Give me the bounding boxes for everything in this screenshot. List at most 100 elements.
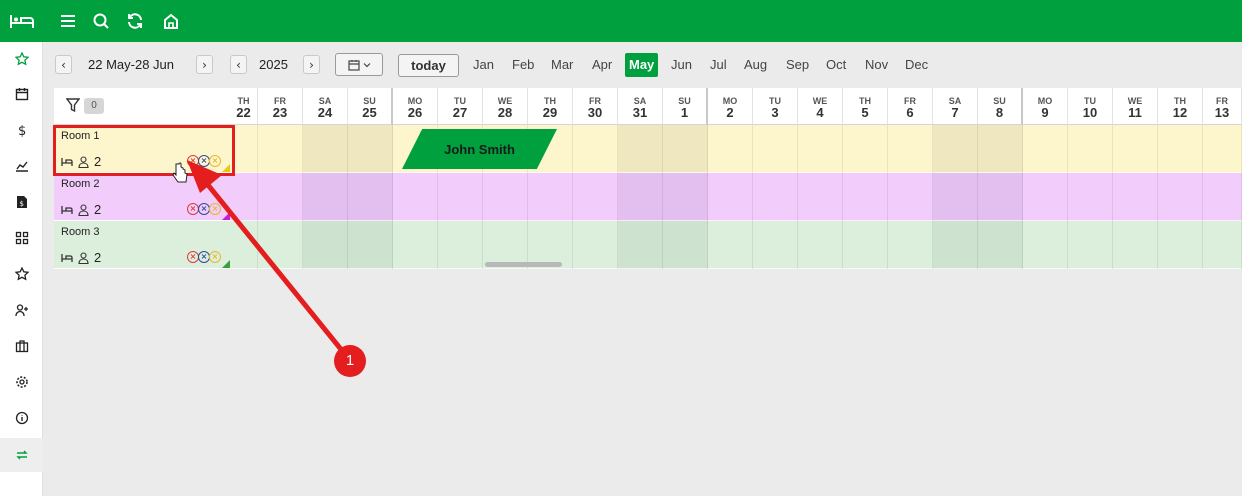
calendar-cell[interactable] xyxy=(1068,125,1113,173)
calendar-cell[interactable] xyxy=(663,125,708,173)
calendar-cell[interactable] xyxy=(618,173,663,221)
calendar-cell[interactable] xyxy=(348,125,393,173)
calendar-cell[interactable] xyxy=(753,221,798,269)
month-jul[interactable]: Jul xyxy=(710,57,727,72)
calendar-cell[interactable] xyxy=(618,221,663,269)
calendar-cell[interactable] xyxy=(663,221,708,269)
today-button[interactable]: today xyxy=(398,54,459,77)
calendar-cell[interactable] xyxy=(1203,125,1242,173)
calendar-cell[interactable] xyxy=(1203,173,1242,221)
calendar-cell[interactable] xyxy=(483,173,528,221)
calendar-cell[interactable] xyxy=(303,173,348,221)
menu-icon[interactable] xyxy=(58,11,78,31)
calendar-cell[interactable] xyxy=(978,125,1023,173)
hotel-bed-logo-icon[interactable] xyxy=(0,0,43,42)
month-feb[interactable]: Feb xyxy=(512,57,534,72)
horizontal-scrollbar[interactable] xyxy=(485,262,562,267)
calendar-cell[interactable] xyxy=(708,125,753,173)
calendar-cell[interactable] xyxy=(753,173,798,221)
calendar-cell[interactable] xyxy=(933,221,978,269)
sidebar-item-calendar[interactable] xyxy=(0,77,43,111)
year-prev-button[interactable]: ‹ xyxy=(230,55,247,74)
sidebar-item-info[interactable] xyxy=(0,401,43,435)
room-row-label[interactable]: Room 3 2 × × × xyxy=(54,221,230,269)
calendar-cell[interactable] xyxy=(888,125,933,173)
range-prev-button[interactable]: ‹ xyxy=(55,55,72,74)
month-sep[interactable]: Sep xyxy=(786,57,809,72)
calendar-cell[interactable] xyxy=(348,173,393,221)
calendar-cell[interactable] xyxy=(1023,125,1068,173)
calendar-cell[interactable] xyxy=(843,221,888,269)
month-jun[interactable]: Jun xyxy=(671,57,692,72)
calendar-cell[interactable] xyxy=(1068,221,1113,269)
sidebar-item-guests[interactable] xyxy=(0,293,43,327)
calendar-cell[interactable] xyxy=(303,125,348,173)
date-picker-button[interactable] xyxy=(335,53,383,76)
calendar-cell[interactable] xyxy=(1113,173,1158,221)
sidebar-item-business[interactable] xyxy=(0,329,43,363)
calendar-cell[interactable] xyxy=(258,125,303,173)
calendar-cell[interactable] xyxy=(393,221,438,269)
calendar-cell[interactable] xyxy=(1158,125,1203,173)
calendar-cell[interactable] xyxy=(1158,221,1203,269)
sidebar-item-sync[interactable] xyxy=(0,438,43,472)
room-status-icons[interactable]: × × × xyxy=(187,251,221,263)
filter-icon[interactable] xyxy=(66,98,80,113)
calendar-cell[interactable] xyxy=(393,173,438,221)
calendar-cell[interactable] xyxy=(888,173,933,221)
calendar-cell[interactable] xyxy=(798,125,843,173)
sidebar-item-favorites[interactable] xyxy=(0,42,43,76)
calendar-cell[interactable] xyxy=(663,173,708,221)
calendar-cell[interactable] xyxy=(1023,221,1068,269)
refresh-icon[interactable] xyxy=(125,11,145,31)
calendar-cell[interactable] xyxy=(978,173,1023,221)
calendar-cell[interactable] xyxy=(438,221,483,269)
calendar-cell[interactable] xyxy=(798,173,843,221)
room-row-label[interactable]: Room 2 2 × × × xyxy=(54,173,230,221)
calendar-cell[interactable] xyxy=(573,221,618,269)
sidebar-item-reports[interactable] xyxy=(0,149,43,183)
calendar-cell[interactable] xyxy=(933,125,978,173)
calendar-cell[interactable] xyxy=(708,173,753,221)
calendar-cell[interactable] xyxy=(258,173,303,221)
calendar-cell[interactable] xyxy=(753,125,798,173)
year-next-button[interactable]: › xyxy=(303,55,320,74)
sidebar-item-finance[interactable]: $ xyxy=(0,113,43,147)
home-icon[interactable] xyxy=(161,11,181,31)
calendar-cell[interactable] xyxy=(1068,173,1113,221)
month-aug[interactable]: Aug xyxy=(744,57,767,72)
calendar-cell[interactable] xyxy=(230,221,258,269)
calendar-cell[interactable] xyxy=(1023,173,1068,221)
calendar-cell[interactable] xyxy=(303,221,348,269)
search-icon[interactable] xyxy=(91,11,111,31)
month-may[interactable]: May xyxy=(625,53,659,77)
calendar-cell[interactable] xyxy=(888,221,933,269)
calendar-cell[interactable] xyxy=(618,125,663,173)
calendar-cell[interactable] xyxy=(438,173,483,221)
calendar-cell[interactable] xyxy=(843,125,888,173)
calendar-cell[interactable] xyxy=(528,173,573,221)
calendar-cell[interactable] xyxy=(348,221,393,269)
range-next-button[interactable]: › xyxy=(196,55,213,74)
calendar-cell[interactable] xyxy=(258,221,303,269)
calendar-cell[interactable] xyxy=(230,173,258,221)
month-apr[interactable]: Apr xyxy=(592,57,612,72)
calendar-cell[interactable] xyxy=(1158,173,1203,221)
calendar-cell[interactable] xyxy=(1113,221,1158,269)
calendar-cell[interactable] xyxy=(798,221,843,269)
calendar-cell[interactable] xyxy=(573,173,618,221)
calendar-cell[interactable] xyxy=(708,221,753,269)
booking-john-smith[interactable]: John Smith xyxy=(402,129,557,169)
sidebar-item-reviews[interactable] xyxy=(0,257,43,291)
room-status-icons[interactable]: × × × xyxy=(187,203,221,215)
month-jan[interactable]: Jan xyxy=(473,57,494,72)
calendar-cell[interactable] xyxy=(843,173,888,221)
calendar-cell[interactable] xyxy=(1113,125,1158,173)
month-mar[interactable]: Mar xyxy=(551,57,573,72)
calendar-cell[interactable] xyxy=(573,125,618,173)
sidebar-item-invoices[interactable]: $ xyxy=(0,185,43,219)
calendar-cell[interactable] xyxy=(1203,221,1242,269)
month-oct[interactable]: Oct xyxy=(826,57,846,72)
sidebar-item-rooms[interactable] xyxy=(0,221,43,255)
month-nov[interactable]: Nov xyxy=(865,57,888,72)
